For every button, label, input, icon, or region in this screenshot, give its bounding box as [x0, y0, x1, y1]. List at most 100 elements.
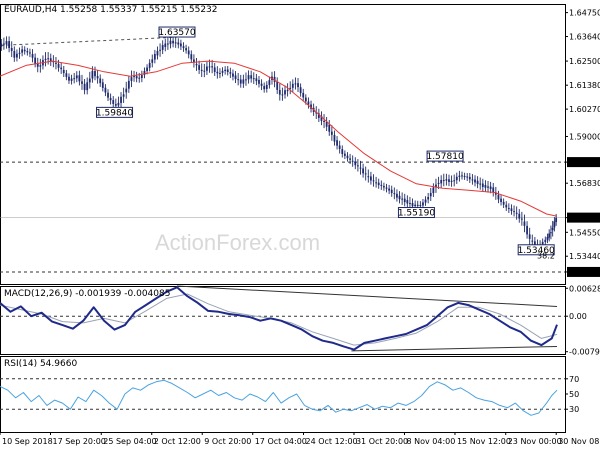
candle-body	[34, 57, 37, 64]
candle-body	[388, 188, 391, 191]
candle-body	[489, 186, 492, 190]
candle-body	[232, 73, 234, 77]
candle-body	[471, 179, 474, 181]
candle-body	[73, 78, 76, 80]
price-tick-label: 1.64750	[569, 9, 600, 18]
candle-body	[21, 49, 24, 53]
candle-body	[544, 239, 547, 243]
candle-body	[385, 187, 388, 189]
candle-body	[172, 40, 174, 44]
candle-body	[164, 43, 167, 48]
candle-body	[466, 176, 469, 178]
price-tick-label: 1.55232	[569, 214, 600, 223]
candle-body	[216, 71, 219, 74]
candle-body	[416, 204, 419, 206]
candle-body	[182, 46, 185, 48]
candle-body	[221, 70, 224, 73]
candle-body	[528, 234, 531, 239]
candle-body	[107, 92, 109, 98]
candle-body	[442, 179, 445, 181]
candle-body	[330, 131, 333, 135]
candle-body	[195, 64, 198, 66]
forex-chart: ActionForex.com 1.63570 1.59840 1.57810 1.5…	[0, 0, 600, 450]
candle-body	[507, 207, 510, 209]
candle-body	[55, 62, 57, 64]
candle-body	[550, 232, 552, 234]
price-tick-label: 1.61380	[569, 81, 600, 90]
candle-body	[62, 69, 65, 74]
x-tick-label: 24 Oct 12:00	[305, 437, 357, 446]
candle-body	[422, 202, 424, 206]
candle-body	[226, 69, 229, 73]
candle-body	[481, 183, 484, 188]
candle-body	[487, 186, 489, 188]
candle-body	[515, 212, 518, 214]
candle-body	[200, 69, 203, 71]
candle-body	[453, 180, 456, 182]
candle-body	[497, 194, 500, 200]
candle-body	[252, 78, 255, 80]
candle-body	[513, 211, 515, 213]
candle-body	[411, 203, 414, 207]
candle-body	[159, 49, 161, 51]
rsi-tick-label: 30	[569, 405, 579, 414]
candle-body	[390, 189, 393, 194]
price-tick-label: 1.56830	[569, 179, 600, 188]
candle-body	[299, 87, 302, 94]
candle-body	[91, 70, 94, 79]
candle-body	[260, 83, 263, 86]
candle-body	[440, 179, 443, 184]
candle-body	[377, 182, 380, 186]
candle-body	[47, 58, 50, 60]
candle-body	[203, 70, 206, 72]
x-tick-label: 10 Sep 2018	[2, 437, 53, 446]
candle-body	[250, 75, 253, 79]
candle-body	[258, 79, 260, 84]
candle-body	[419, 204, 422, 206]
fib-label: 38.2	[537, 251, 555, 260]
candle-body	[101, 82, 104, 88]
x-tick-label: 15 Nov 12:00	[457, 437, 511, 446]
candle-body	[427, 196, 430, 200]
candle-body	[323, 120, 325, 122]
candle-body	[5, 41, 8, 45]
rsi-label: RSI(14) 54.9660	[4, 359, 77, 369]
candle-body	[185, 48, 188, 51]
candle-body	[112, 100, 115, 104]
candle-body	[83, 83, 86, 91]
candle-body	[81, 81, 83, 84]
candle-body	[526, 225, 528, 235]
candle-body	[375, 182, 378, 184]
candle-body	[23, 49, 26, 52]
candle-body	[96, 76, 99, 79]
candle-body	[479, 183, 482, 185]
candle-body	[429, 192, 432, 197]
candle-body	[138, 77, 141, 79]
level-box-label-2: 1.57810	[426, 152, 463, 162]
candle-body	[130, 77, 133, 81]
candle-body	[242, 79, 245, 84]
candle-body	[393, 193, 396, 195]
price-tick-label: 1.62500	[569, 57, 600, 66]
candle-body	[88, 78, 91, 83]
candle-body	[276, 81, 279, 90]
candle-body	[247, 75, 250, 80]
macd-tick-label: 0.00	[569, 312, 587, 321]
candle-body	[245, 79, 247, 81]
candle-body	[148, 62, 151, 68]
price-tick-label: 1.63640	[569, 33, 600, 42]
candle-body	[406, 200, 409, 204]
candle-body	[8, 41, 11, 49]
candle-body	[432, 187, 435, 194]
candle-body	[0, 43, 3, 47]
candle-body	[16, 53, 18, 58]
candle-body	[362, 168, 364, 174]
candle-body	[364, 173, 367, 175]
x-tick-label: 31 Oct 20:00	[356, 437, 408, 446]
candle-body	[367, 176, 370, 178]
macd-tick-label: -0.007985	[569, 348, 600, 357]
candle-body	[403, 198, 406, 203]
candle-body	[341, 149, 344, 154]
candle-body	[268, 80, 271, 86]
candle-body	[219, 72, 221, 74]
